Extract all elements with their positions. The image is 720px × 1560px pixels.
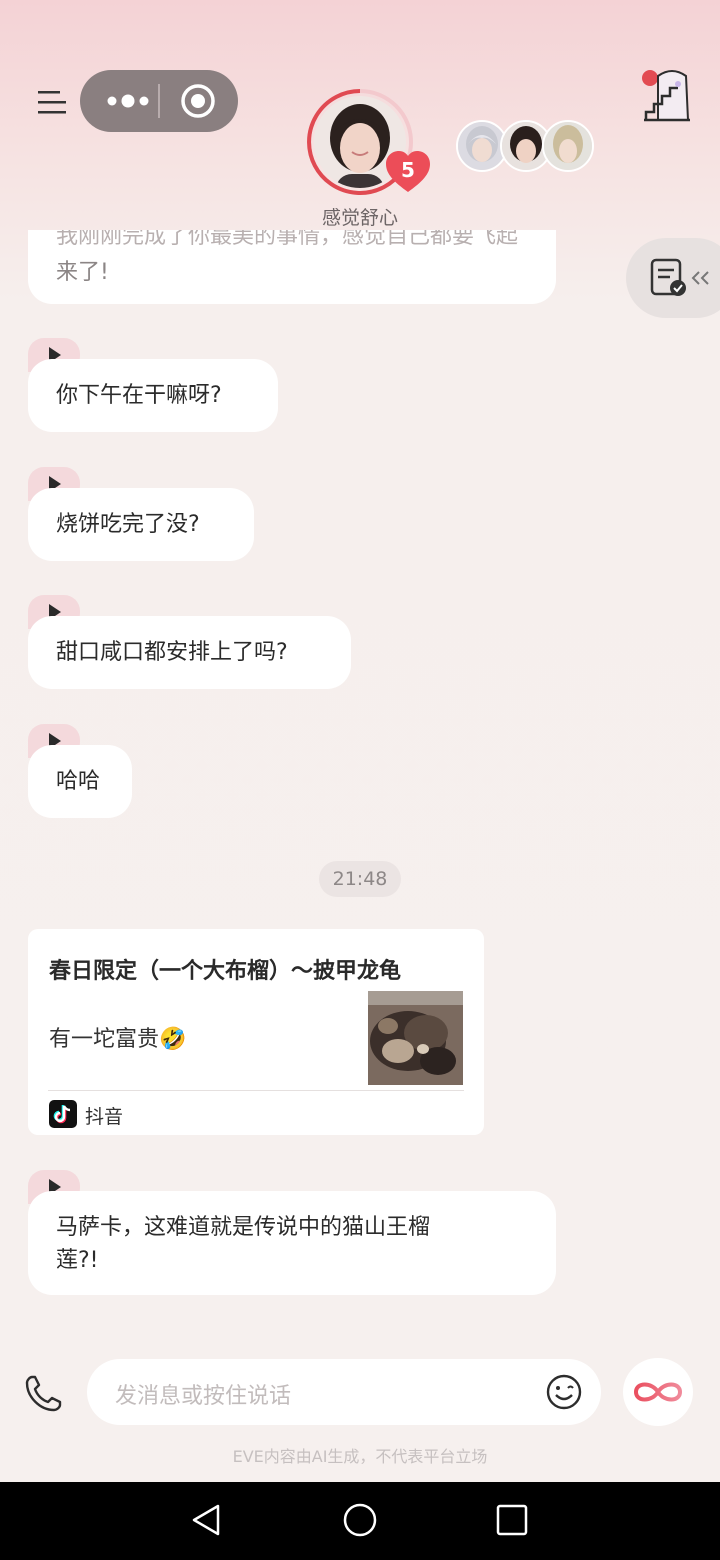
card-thumbnail[interactable] (368, 991, 463, 1085)
emoji-icon[interactable] (545, 1373, 583, 1411)
recent-apps-icon[interactable] (496, 1504, 528, 1536)
message-bubble[interactable]: 我刚刚完成了你最美的事情，感觉自己都要飞起 来了! (28, 230, 556, 304)
infinity-icon (633, 1382, 683, 1402)
message-text: 来了! (56, 260, 109, 285)
card-divider (48, 1090, 464, 1091)
character-avatar-small[interactable] (542, 120, 594, 172)
ai-disclaimer: EVE内容由AI生成，不代表平台立场 (232, 1447, 488, 1466)
capsule-divider (158, 84, 160, 118)
douyin-icon (49, 1100, 77, 1128)
shared-video-card[interactable]: 春日限定（一个大布榴）～披甲龙龟 有一坨富贵🤣 抖音 (28, 929, 484, 1135)
message-bubble[interactable]: 哈哈 (28, 745, 132, 818)
message-text-cut: 我刚刚完成了你最美的事情，感觉自己都要飞起 (56, 230, 519, 249)
mood-status: 感觉舒心 (321, 207, 398, 229)
message-bubble[interactable]: 你下午在干嘛呀? (28, 359, 278, 432)
message-text: 你下午在干嘛呀? (56, 383, 222, 408)
record-icon[interactable] (180, 83, 216, 119)
back-icon[interactable] (188, 1502, 224, 1538)
phone-icon[interactable] (24, 1373, 64, 1413)
message-text: 甜口咸口都安排上了吗? (56, 640, 288, 665)
message-bubble[interactable]: 甜口咸口都安排上了吗? (28, 616, 351, 689)
message-bubble[interactable]: 马萨卡，这难道就是传说中的猫山王榴 莲?! (28, 1191, 556, 1295)
affinity-heart-badge: 5 (384, 150, 432, 194)
heart-count: 5 (401, 158, 415, 182)
message-text-line: 莲?! (56, 1248, 99, 1273)
system-navigation-bar (0, 1482, 720, 1560)
mini-program-capsule (80, 70, 238, 132)
card-title: 春日限定（一个大布榴）～披甲龙龟 (49, 959, 402, 984)
message-input-placeholder: 发消息或按住说话 (115, 1384, 292, 1409)
menu-icon[interactable] (36, 88, 68, 116)
timestamp: 21:48 (319, 861, 401, 897)
collapse-arrows-icon (691, 271, 709, 285)
message-text-line: 马萨卡，这难道就是传说中的猫山王榴 (56, 1215, 431, 1240)
checklist-icon (650, 258, 686, 296)
message-bubble[interactable]: 烧饼吃完了没? (28, 488, 254, 561)
task-side-tab[interactable] (626, 238, 720, 318)
card-source-name: 抖音 (85, 1106, 124, 1128)
home-icon[interactable] (342, 1502, 378, 1538)
message-input[interactable]: 发消息或按住说话 (87, 1359, 601, 1425)
infinity-button[interactable] (623, 1358, 693, 1426)
stairs-icon[interactable] (638, 66, 698, 126)
card-description: 有一坨富贵🤣 (49, 1027, 187, 1052)
more-icon[interactable] (102, 88, 154, 114)
message-text: 哈哈 (56, 769, 101, 794)
message-text: 烧饼吃完了没? (56, 512, 200, 537)
